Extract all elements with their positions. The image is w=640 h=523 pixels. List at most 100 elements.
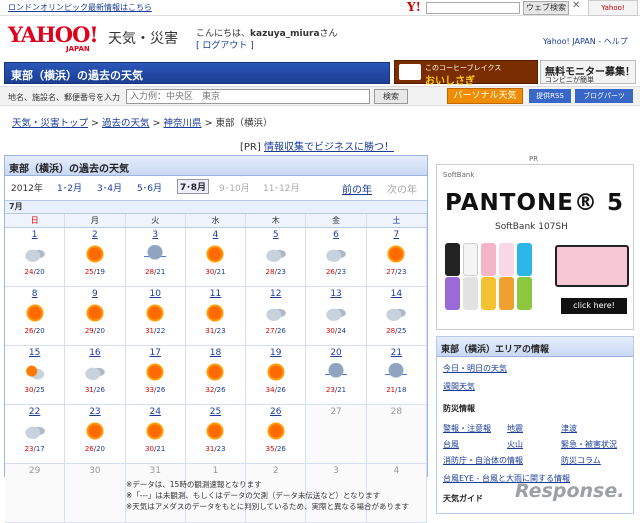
day-number[interactable]: 21 (367, 348, 426, 358)
rss-button[interactable]: 提供RSS (529, 89, 571, 103)
yahoo-mini-logo[interactable]: Y! (407, 0, 421, 14)
earthquake-link[interactable]: 地震 (507, 423, 523, 434)
day-number[interactable]: 7 (367, 230, 426, 240)
day-number[interactable]: 13 (306, 289, 365, 299)
day-number[interactable]: 10 (126, 289, 185, 299)
day-number[interactable]: 22 (5, 407, 64, 417)
day-number[interactable]: 18 (186, 348, 245, 358)
day-number[interactable]: 20 (306, 348, 365, 358)
yahoo-badge[interactable]: Yahoo! (588, 0, 638, 16)
month-tab-3-4[interactable]: 3･4月 (97, 181, 122, 194)
day-number[interactable]: 9 (65, 289, 124, 299)
warnings-link[interactable]: 警報・注意報 (443, 423, 491, 434)
temp-low: 20 (35, 268, 45, 276)
today-tomorrow-link[interactable]: 今日・明日の天気 (443, 363, 507, 374)
breadcrumb-top[interactable]: 天気・災害トップ (12, 118, 88, 129)
calendar-day-cell[interactable]: 6 26/23 (306, 228, 367, 286)
day-number[interactable]: 4 (186, 230, 245, 240)
day-number[interactable]: 5 (246, 230, 305, 240)
calendar-day-cell[interactable]: 7 27/23 (367, 228, 427, 286)
day-number[interactable]: 25 (186, 407, 245, 417)
day-number[interactable]: 6 (306, 230, 365, 240)
fire-dept-link[interactable]: 消防庁・自治体の情報 (443, 455, 523, 466)
coffee-ad-banner[interactable]: このコーヒーブレイクス おいしさぎ (394, 60, 538, 87)
calendar-day-cell[interactable]: 24 30/21 (126, 405, 186, 463)
day-number[interactable]: 19 (246, 348, 305, 358)
day-number[interactable]: 1 (5, 230, 64, 240)
month-tab-5-6[interactable]: 5･6月 (137, 181, 162, 194)
day-number[interactable]: 2 (65, 230, 124, 240)
calendar-day-cell[interactable]: 11 31/23 (186, 287, 247, 345)
location-search-button[interactable]: 検索 (374, 89, 408, 104)
header-links[interactable]: Yahoo! JAPAN - ヘルプ (543, 36, 628, 47)
day-number[interactable]: 11 (186, 289, 245, 299)
olympic-news-link[interactable]: ロンドンオリンピック最新情報はこちら (8, 2, 152, 13)
logout-link[interactable]: [ ログアウト ] (196, 38, 254, 51)
calendar-day-cell[interactable]: 14 28/25 (367, 287, 427, 345)
day-number[interactable]: 23 (65, 407, 124, 417)
service-name[interactable]: 天気・災害 (108, 28, 178, 48)
calendar-day-cell[interactable]: 3 28/21 (126, 228, 186, 286)
calendar-day-cell[interactable]: 20 23/21 (306, 346, 367, 404)
day-number[interactable]: 12 (246, 289, 305, 299)
calendar-day-cell[interactable]: 16 31/26 (65, 346, 126, 404)
temp-low: 23 (276, 268, 286, 276)
calendar-day-cell[interactable]: 13 30/24 (306, 287, 367, 345)
calendar-day-cell[interactable]: 25 31/23 (186, 405, 247, 463)
location-search-input[interactable] (126, 89, 370, 104)
web-search-button[interactable]: ウェブ検索 (523, 1, 569, 15)
day-number[interactable]: 24 (126, 407, 185, 417)
calendar-day-cell[interactable]: 23 26/20 (65, 405, 126, 463)
click-here-button[interactable]: click here! (561, 298, 627, 314)
calendar-day-cell[interactable]: 4 30/21 (186, 228, 247, 286)
temperature: 34/26 (246, 386, 305, 394)
calendar-day-cell[interactable]: 17 33/26 (126, 346, 186, 404)
calendar-day-cell[interactable]: 2 25/19 (65, 228, 126, 286)
calendar-day-cell[interactable]: 12 27/26 (246, 287, 307, 345)
prev-year-link[interactable]: 前の年 (342, 181, 372, 196)
day-number[interactable]: 8 (5, 289, 64, 299)
calendar-day-cell[interactable]: 21 21/18 (367, 346, 427, 404)
calendar-day-cell[interactable]: 15 30/25 (5, 346, 66, 404)
breadcrumb-kanagawa[interactable]: 神奈川県 (164, 118, 202, 129)
calendar-day-cell[interactable]: 18 32/26 (186, 346, 247, 404)
day-number[interactable]: 14 (367, 289, 426, 299)
weekly-weather-link[interactable]: 週間天気 (443, 381, 475, 392)
pantone-ad[interactable]: SoftBank PANTONE® 5 SoftBank 107SH click… (436, 164, 634, 330)
blog-parts-button[interactable]: ブログパーツ (575, 89, 633, 103)
temperature: 30/24 (306, 327, 365, 335)
bosai-column-link[interactable]: 防災コラム (561, 455, 601, 466)
calendar-day-cell[interactable]: 22 23/17 (5, 405, 66, 463)
calendar-day-cell[interactable]: 10 31/22 (126, 287, 186, 345)
calendar-day-cell[interactable]: 26 35/26 (246, 405, 307, 463)
day-number[interactable]: 15 (5, 348, 64, 358)
personal-weather-button[interactable]: パーソナル天気 (447, 88, 523, 104)
calendar-day-cell[interactable]: 1 24/20 (5, 228, 66, 286)
calendar-day-cell[interactable]: 9 29/20 (65, 287, 126, 345)
day-number[interactable]: 17 (126, 348, 185, 358)
volcano-link[interactable]: 火山 (507, 439, 523, 450)
month-tab-1-2[interactable]: 1･2月 (57, 181, 82, 194)
calendar-day-cell[interactable]: 19 34/26 (246, 346, 307, 404)
sunny-weather-icon (385, 245, 408, 263)
month-tab-7-8[interactable]: 7･8月 (177, 179, 210, 194)
yahoo-japan-logo[interactable]: YAHOO! (8, 24, 99, 46)
calendar-day-cell[interactable]: 5 28/23 (246, 228, 307, 286)
web-search-input[interactable] (426, 2, 520, 14)
calendar-day-cell[interactable]: 8 26/20 (5, 287, 66, 345)
typhoon-link[interactable]: 台風 (443, 439, 459, 450)
temp-low: 20 (96, 445, 106, 453)
day-number[interactable]: 16 (65, 348, 124, 358)
emergency-link[interactable]: 緊急・被害状況 (561, 439, 617, 450)
tsunami-link[interactable]: 津波 (561, 423, 577, 434)
breadcrumb-past-weather[interactable]: 過去の天気 (102, 118, 150, 129)
close-icon[interactable]: ✕ (572, 0, 586, 14)
day-number[interactable]: 3 (126, 230, 185, 240)
day-number: 1 (212, 466, 219, 476)
monitor-ad-banner[interactable]: 無料モニター募集！ コンビニが簡単 (540, 60, 636, 84)
pr-link[interactable]: 情報収集でビジネスに勝つ！ (264, 142, 394, 153)
phone-pink-icon (481, 243, 496, 276)
day-number[interactable]: 26 (246, 407, 305, 417)
weekday-thu: 木 (246, 214, 307, 227)
temp-low: 26 (276, 327, 286, 335)
